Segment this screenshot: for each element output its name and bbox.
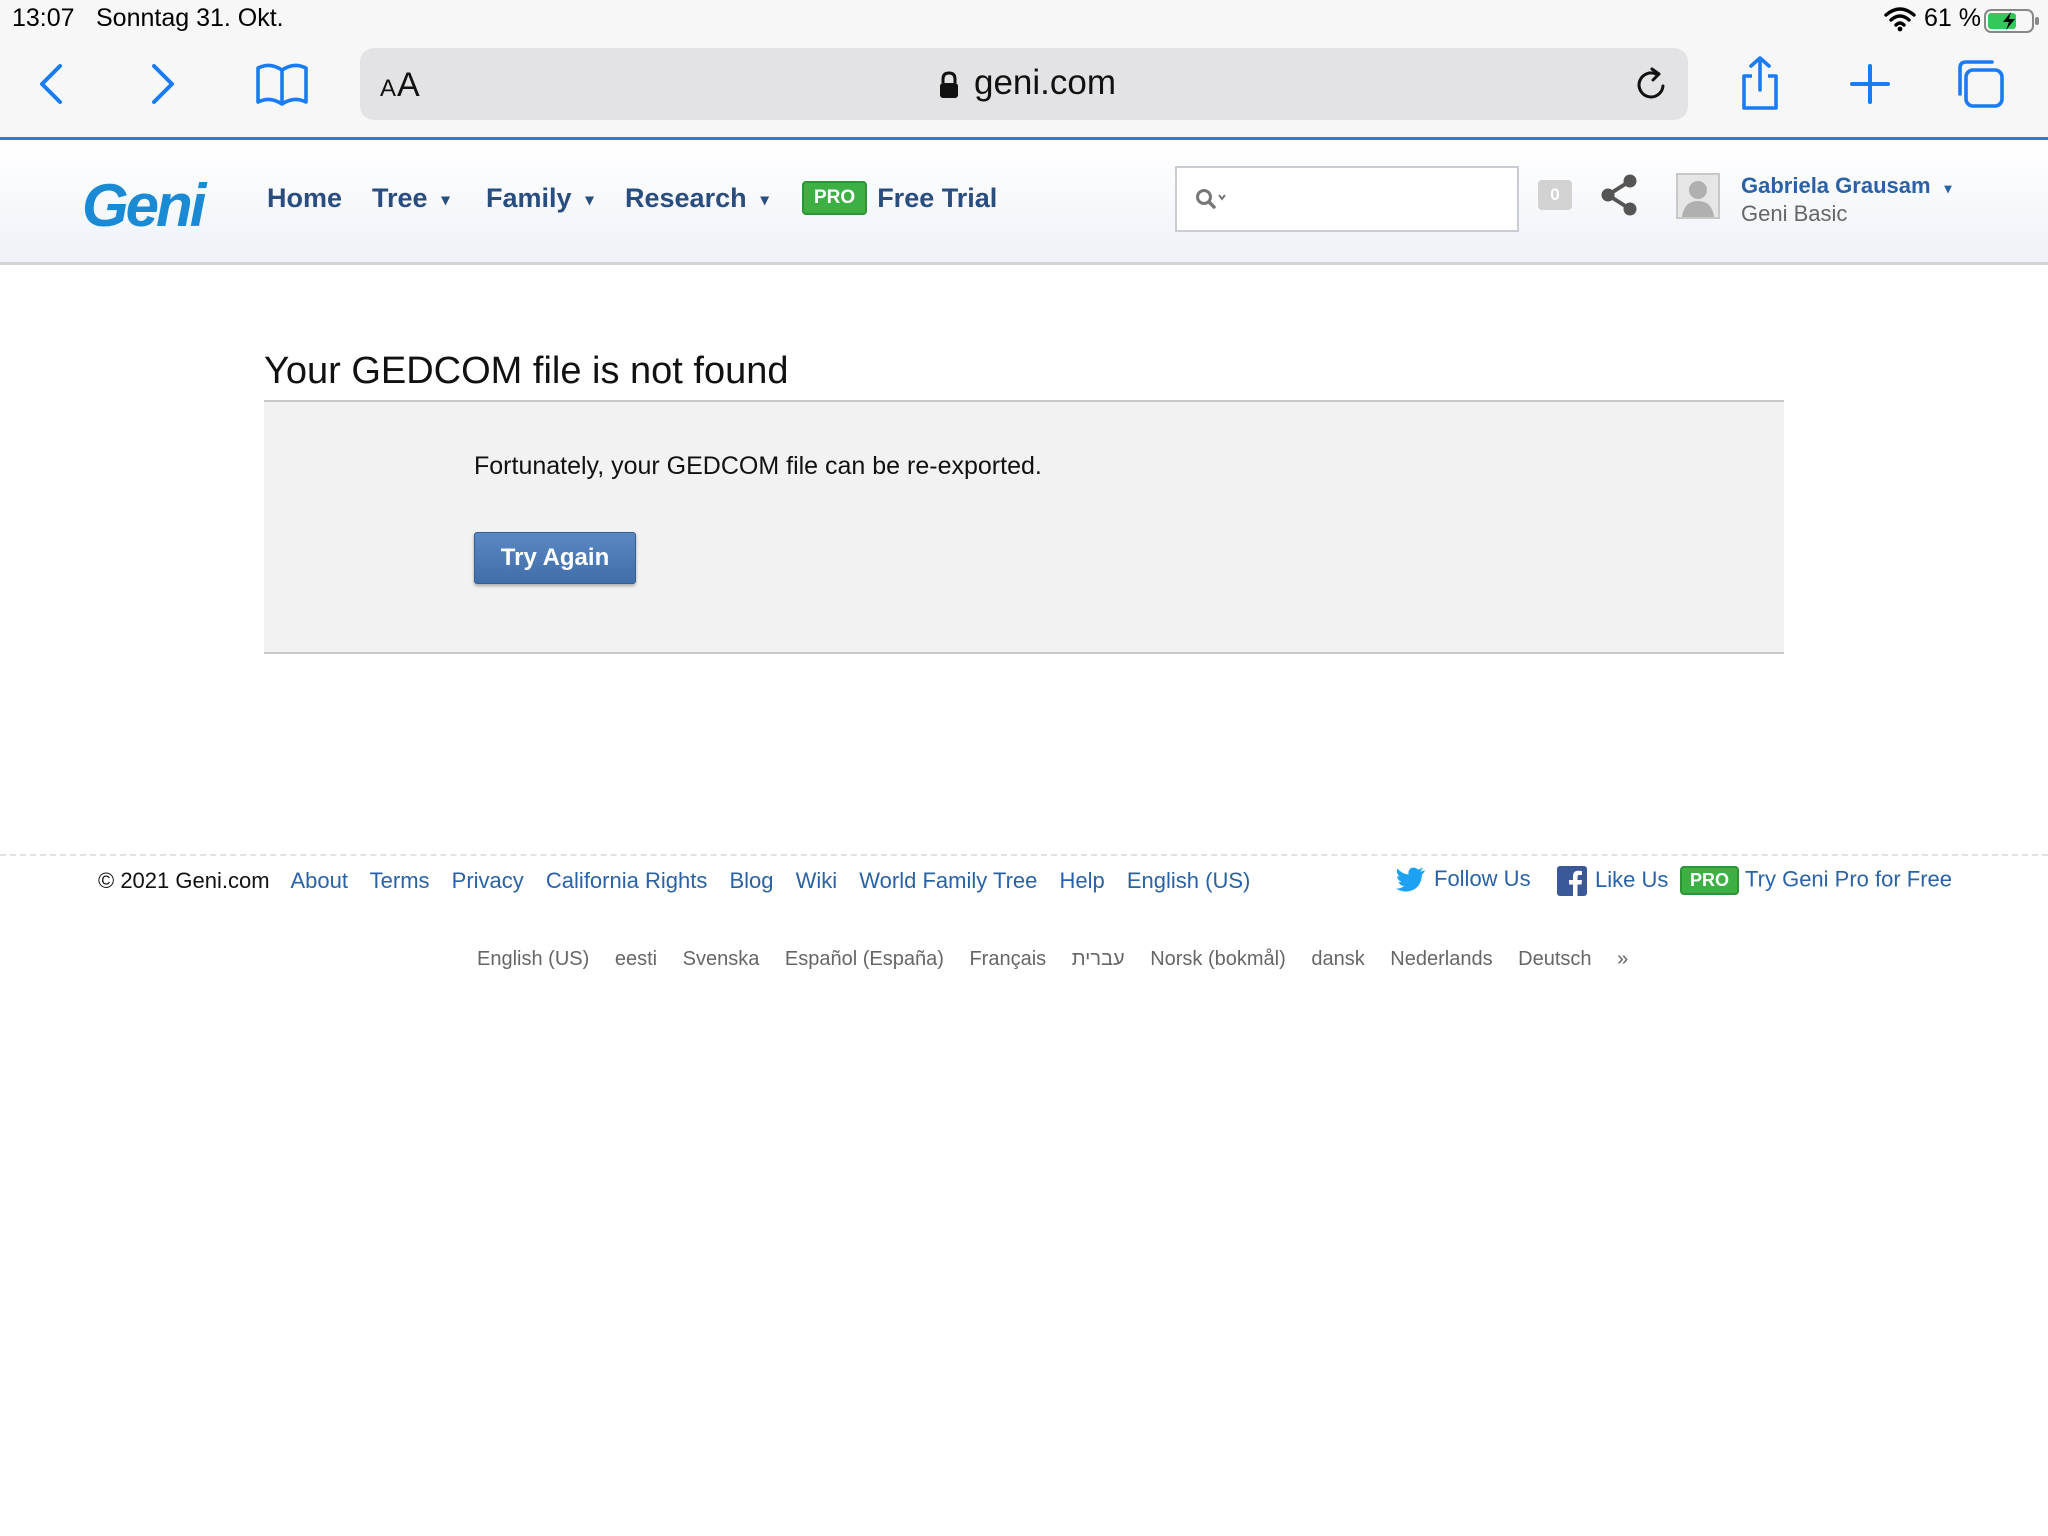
user-silhouette-icon bbox=[1682, 181, 1714, 217]
footer-link-about[interactable]: About bbox=[290, 868, 348, 893]
forward-icon[interactable] bbox=[132, 54, 192, 114]
wifi-icon bbox=[1884, 7, 1916, 32]
language-option[interactable]: eesti bbox=[615, 948, 657, 970]
footer-link-wiki[interactable]: Wiki bbox=[796, 868, 838, 893]
footer-link-california-rights[interactable]: California Rights bbox=[546, 868, 707, 893]
chevron-down-icon: ▾ bbox=[1944, 180, 1952, 196]
status-date: Sonntag 31. Okt. bbox=[96, 4, 284, 32]
pro-badge: PRO bbox=[802, 181, 868, 215]
free-trial-label: Free Trial bbox=[877, 183, 998, 214]
notification-count[interactable]: 0 bbox=[1538, 180, 1572, 210]
chevron-down-icon: ▾ bbox=[760, 191, 769, 209]
geni-logo[interactable]: Geni bbox=[82, 171, 206, 240]
nav-family[interactable]: Family ▾ bbox=[486, 183, 594, 214]
chevron-down-icon: ▾ bbox=[441, 191, 450, 209]
tabs-overview-icon[interactable] bbox=[1950, 54, 2010, 114]
site-header: Geni Home Tree ▾ Family ▾ Research ▾ PRO Fre… bbox=[0, 143, 2048, 265]
nav-research[interactable]: Research ▾ bbox=[625, 183, 769, 214]
avatar[interactable] bbox=[1676, 173, 1720, 219]
status-time: 13:07 bbox=[12, 4, 75, 32]
text-size-button[interactable]: AA bbox=[380, 66, 421, 105]
language-option[interactable]: Français bbox=[969, 948, 1046, 970]
reload-icon[interactable] bbox=[1632, 66, 1670, 104]
user-menu[interactable]: Gabriela Grausam ▾ bbox=[1741, 173, 1952, 199]
share-icon[interactable] bbox=[1598, 173, 1640, 217]
message-panel: Fortunately, your GEDCOM file can be re-… bbox=[264, 400, 1784, 654]
search-input[interactable] bbox=[1175, 166, 1519, 232]
footer-divider bbox=[0, 854, 2048, 856]
bookmarks-icon[interactable] bbox=[252, 54, 312, 114]
twitter-icon bbox=[1396, 867, 1425, 892]
footer-link-language[interactable]: English (US) bbox=[1127, 868, 1250, 893]
nav-home[interactable]: Home bbox=[267, 183, 342, 214]
footer-link-world-family-tree[interactable]: World Family Tree bbox=[859, 868, 1037, 893]
back-icon[interactable] bbox=[22, 54, 82, 114]
try-geni-pro-link[interactable]: PRO Try Geni Pro for Free bbox=[1680, 866, 1952, 895]
language-option[interactable]: Norsk (bokmål) bbox=[1150, 948, 1286, 970]
language-list: English (US) eesti Svenska Español (Espa… bbox=[477, 948, 1648, 971]
try-again-button[interactable]: Try Again bbox=[474, 532, 636, 584]
pro-badge: PRO bbox=[1680, 866, 1740, 895]
search-icon[interactable] bbox=[1195, 188, 1231, 212]
copyright: © 2021 Geni.com bbox=[98, 868, 270, 893]
free-trial-link[interactable]: PRO Free Trial bbox=[802, 181, 997, 215]
footer-link-help[interactable]: Help bbox=[1060, 868, 1105, 893]
user-plan: Geni Basic bbox=[1741, 201, 1848, 226]
language-option[interactable]: Deutsch bbox=[1518, 948, 1591, 970]
language-option[interactable]: Nederlands bbox=[1390, 948, 1492, 970]
lock-icon bbox=[940, 71, 958, 98]
url-text: geni.com bbox=[974, 63, 1117, 102]
footer-link-blog[interactable]: Blog bbox=[729, 868, 773, 893]
nav-tree[interactable]: Tree ▾ bbox=[372, 183, 450, 214]
chevron-down-icon: ▾ bbox=[585, 191, 594, 209]
status-bar: 13:07 Sonntag 31. Okt. 61 % bbox=[0, 0, 2048, 40]
battery-charging-icon bbox=[1984, 9, 2039, 33]
share-sheet-icon[interactable] bbox=[1730, 54, 1790, 114]
language-option[interactable]: English (US) bbox=[477, 948, 589, 970]
language-option[interactable]: dansk bbox=[1311, 948, 1364, 970]
facebook-icon bbox=[1557, 866, 1587, 896]
new-tab-icon[interactable] bbox=[1840, 54, 1900, 114]
footer-links: © 2021 Geni.com About Terms Privacy Cali… bbox=[98, 868, 1266, 894]
language-option[interactable]: Español (España) bbox=[785, 948, 944, 970]
page-title: Your GEDCOM file is not found bbox=[264, 350, 789, 392]
more-languages-link[interactable]: » bbox=[1617, 948, 1628, 970]
language-option[interactable]: עברית bbox=[1072, 948, 1125, 970]
panel-message: Fortunately, your GEDCOM file can be re-… bbox=[474, 452, 1042, 480]
follow-us-link[interactable]: Follow Us bbox=[1396, 866, 1531, 893]
browser-toolbar: AA geni.com bbox=[0, 40, 2048, 140]
address-bar[interactable]: AA geni.com bbox=[360, 48, 1688, 120]
like-us-link[interactable]: Like Us bbox=[1557, 866, 1668, 896]
language-option[interactable]: Svenska bbox=[683, 948, 760, 970]
battery-percent: 61 % bbox=[1924, 4, 1981, 32]
footer-link-privacy[interactable]: Privacy bbox=[452, 868, 524, 893]
footer-link-terms[interactable]: Terms bbox=[370, 868, 430, 893]
